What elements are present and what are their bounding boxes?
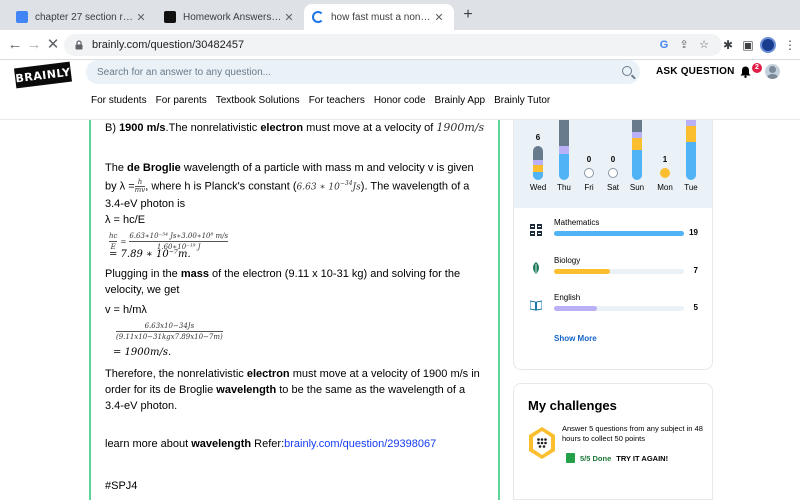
- challenges-title: My challenges: [528, 398, 617, 413]
- day-sun: Sun: [626, 120, 648, 208]
- tab-title: how fast must a nonrelativistic: [331, 11, 432, 23]
- equation-lambda-result: = 7.89 ∗ 10⁻⁷m.: [109, 249, 191, 260]
- answer-option-line: B) 1900 m/s.The nonrelativistic electron…: [105, 121, 485, 134]
- search-input[interactable]: Search for an answer to any question...: [86, 60, 640, 84]
- nav-for-parents[interactable]: For parents: [156, 95, 207, 106]
- address-bar[interactable]: brainly.com/question/30482457: [64, 34, 722, 56]
- answer-card: B) 1900 m/s.The nonrelativistic electron…: [89, 120, 500, 500]
- url-text: brainly.com/question/30482457: [92, 39, 245, 51]
- reference-link[interactable]: brainly.com/question/29398067: [284, 438, 436, 450]
- learn-more-line: learn more about wavelength Refer:brainl…: [105, 438, 437, 450]
- progress-fill: [554, 269, 610, 274]
- weekly-activity-chart: 6 Wed Thu 0 Fri 0 Sat Sun 1 Mon Tue: [514, 120, 712, 208]
- bookmark-star-icon[interactable]: ☆: [696, 37, 712, 53]
- nav-for-teachers[interactable]: For teachers: [309, 95, 365, 106]
- browser-tab-3[interactable]: how fast must a nonrelativistic ✕: [304, 4, 454, 30]
- tab-title: Homework Answers from Subje: [183, 11, 282, 23]
- ask-question-button[interactable]: ASK QUESTION: [656, 66, 735, 77]
- bar-tue: [686, 120, 696, 180]
- close-icon[interactable]: ✕: [134, 11, 148, 24]
- subject-row-biology[interactable]: Biology 7: [528, 256, 704, 286]
- day-thu: Thu: [553, 120, 575, 208]
- loading-spinner-icon: [312, 11, 324, 23]
- extensions-puzzle-icon[interactable]: ✱: [720, 37, 736, 53]
- close-icon[interactable]: ✕: [282, 11, 296, 24]
- search-placeholder: Search for an answer to any question...: [97, 66, 271, 78]
- browser-toolbar: ← → ✕ brainly.com/question/30482457 G ⇪ …: [0, 30, 800, 60]
- new-tab-icon[interactable]: +: [459, 6, 477, 24]
- stop-icon[interactable]: ✕: [44, 36, 62, 54]
- side-panel-icon[interactable]: ▣: [740, 37, 756, 53]
- bell-icon[interactable]: [740, 66, 751, 78]
- challenge-description: Answer 5 questions from any subject in 4…: [562, 424, 703, 443]
- more-menu-icon[interactable]: ⋮: [782, 37, 798, 53]
- subject-row-english[interactable]: English 5: [528, 293, 704, 323]
- back-icon[interactable]: ←: [6, 36, 24, 54]
- nav-brainly-tutor[interactable]: Brainly Tutor: [494, 95, 550, 106]
- bar-wed: [533, 146, 543, 180]
- forward-icon[interactable]: →: [25, 36, 43, 54]
- progress-fill: [554, 231, 684, 236]
- day-fri: 0 Fri: [584, 155, 594, 192]
- browser-tab-2[interactable]: Homework Answers from Subje ✕: [156, 4, 304, 30]
- day-mon: 1 Mon: [657, 155, 673, 192]
- challenge-hexagon-icon: [529, 427, 555, 459]
- notification-badge: 2: [752, 63, 762, 73]
- lock-icon: [75, 40, 83, 50]
- bar-thu: [559, 120, 569, 180]
- equation-velocity-fraction: 6.63x10−34Js (9.11x10−31kgx7.89x10−7m): [116, 322, 223, 341]
- conclusion-paragraph: Therefore, the nonrelativistic electron …: [105, 368, 480, 412]
- filled-dot-mon: [660, 168, 670, 178]
- progress-track: [554, 306, 684, 311]
- challenge-done: 5/5 Done: [580, 453, 612, 463]
- my-challenges-card: My challenges Answer 5 questions from an…: [513, 383, 713, 500]
- challenge-status: 5/5 Done TRY IT AGAIN!: [566, 453, 668, 463]
- show-more-link[interactable]: Show More: [554, 334, 597, 343]
- docs-favicon-icon: [16, 11, 28, 23]
- calculator-icon: [530, 224, 542, 236]
- equation-lambda: λ = hc/E: [105, 214, 146, 226]
- leaf-icon: [533, 262, 539, 274]
- user-avatar[interactable]: [765, 64, 780, 79]
- site-subnav: For students For parents Textbook Soluti…: [91, 95, 550, 106]
- try-again-button[interactable]: TRY IT AGAIN!: [616, 454, 668, 463]
- day-sat: 0 Sat: [606, 155, 619, 192]
- nav-for-students[interactable]: For students: [91, 95, 147, 106]
- nav-textbook-solutions[interactable]: Textbook Solutions: [216, 95, 300, 106]
- document-icon: [566, 453, 575, 463]
- progress-track: [554, 231, 684, 236]
- browser-tab-bar: chapter 27 section review 27.1 ✕ Homewor…: [0, 0, 800, 30]
- progress-fill: [554, 306, 597, 311]
- empty-dot-fri: [584, 168, 594, 178]
- day-wed: 6 Wed: [529, 133, 547, 192]
- search-icon[interactable]: [622, 66, 632, 76]
- share-icon[interactable]: ⇪: [676, 37, 692, 53]
- equation-velocity: v = h/mλ: [105, 304, 147, 316]
- browser-tab-1[interactable]: chapter 27 section review 27.1 ✕: [8, 4, 156, 30]
- book-icon: [530, 300, 542, 311]
- nav-brainly-app[interactable]: Brainly App: [435, 95, 486, 106]
- de-broglie-paragraph: The de Broglie wavelength of a particle …: [105, 162, 474, 210]
- answer-tag: #SPJ4: [105, 480, 138, 492]
- activity-stats-card: 6 Wed Thu 0 Fri 0 Sat Sun 1 Mon Tue Math…: [513, 120, 713, 370]
- close-icon[interactable]: ✕: [432, 11, 446, 24]
- google-icon[interactable]: G: [656, 37, 672, 53]
- progress-track: [554, 269, 684, 274]
- equation-velocity-result: = 1900m/s.: [113, 347, 172, 358]
- tab-title: chapter 27 section review 27.1: [35, 11, 134, 23]
- bar-sun: [632, 120, 642, 180]
- day-tue: Tue: [680, 120, 702, 208]
- browser-profile-avatar[interactable]: [760, 37, 776, 53]
- homework-favicon-icon: [164, 11, 176, 23]
- empty-dot-sat: [608, 168, 618, 178]
- nav-honor-code[interactable]: Honor code: [374, 95, 426, 106]
- subject-row-mathematics[interactable]: Mathematics 19: [528, 218, 704, 248]
- mass-paragraph: Plugging in the mass of the electron (9.…: [105, 268, 461, 296]
